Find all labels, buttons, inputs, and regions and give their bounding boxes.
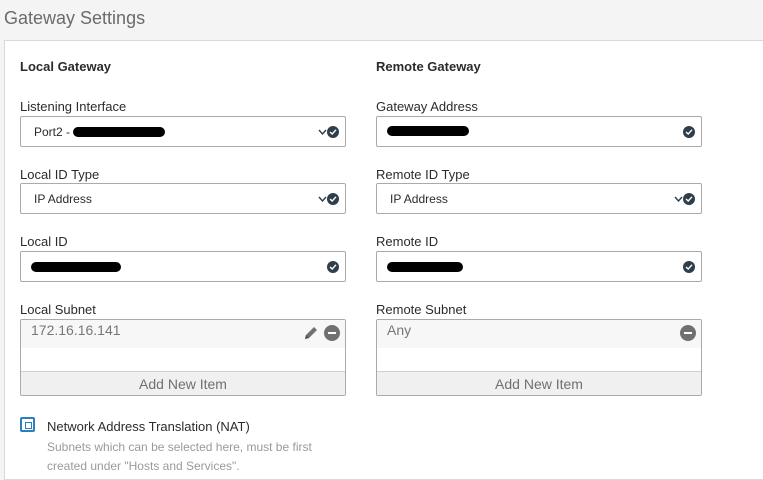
local-id-input[interactable]: [20, 251, 346, 282]
check-circle-icon: [683, 193, 695, 205]
page-title: Gateway Settings: [4, 8, 146, 28]
list-item: 172.16.16.141: [21, 320, 345, 348]
chevron-down-icon: [318, 196, 327, 202]
chevron-down-icon: [318, 129, 327, 135]
remote-subnet-item-text: Any: [387, 322, 412, 338]
local-subnet-add-new-item[interactable]: Add New Item: [21, 371, 345, 395]
remote-id-type-select[interactable]: IP Address: [376, 183, 702, 214]
listening-interface-label: Listening Interface: [20, 99, 127, 114]
list-item: Any: [377, 320, 701, 348]
chevron-down-icon: [674, 196, 683, 202]
remote-subnet-label: Remote Subnet: [376, 302, 467, 317]
remote-subnet-add-new-item[interactable]: Add New Item: [377, 371, 701, 395]
check-circle-icon: [327, 261, 339, 273]
listening-interface-select[interactable]: Port2 -: [20, 116, 346, 147]
minus-circle-icon[interactable]: [680, 325, 696, 341]
local-gateway-title: Local Gateway: [20, 59, 112, 74]
local-subnet-label: Local Subnet: [20, 302, 96, 317]
local-id-type-select[interactable]: IP Address: [20, 183, 346, 214]
local-id-type-label: Local ID Type: [20, 167, 100, 182]
listening-interface-value: Port2 -: [34, 125, 71, 139]
nat-help-text: Subnets which can be selected here, must…: [47, 440, 312, 473]
gateway-address-label: Gateway Address: [376, 99, 478, 114]
redacted-mark: [387, 126, 469, 136]
minus-circle-icon[interactable]: [324, 325, 340, 341]
check-circle-icon: [327, 126, 339, 138]
gateway-address-input[interactable]: [376, 116, 702, 147]
remote-id-label: Remote ID: [376, 234, 439, 249]
remote-gateway-title: Remote Gateway: [376, 59, 481, 74]
redacted-mark: [387, 262, 463, 272]
remote-subnet-list: Any Add New Item: [376, 319, 702, 396]
local-subnet-item-text: 172.16.16.141: [31, 322, 121, 338]
redacted-mark: [31, 262, 121, 272]
remote-id-type-label: Remote ID Type: [376, 167, 470, 182]
check-circle-icon: [683, 126, 695, 138]
gateway-settings-panel: Local Gateway Listening Interface Port2 …: [4, 40, 763, 480]
local-id-type-value: IP Address: [34, 192, 92, 206]
redacted-mark: [73, 127, 165, 137]
local-id-label: Local ID: [20, 234, 68, 249]
pencil-icon[interactable]: [303, 325, 319, 341]
check-circle-icon: [327, 193, 339, 205]
remote-id-input[interactable]: [376, 251, 702, 282]
nat-checkbox[interactable]: [20, 417, 35, 432]
local-subnet-list: 172.16.16.141 Add New Item: [20, 319, 346, 396]
remote-id-type-value: IP Address: [390, 192, 448, 206]
check-circle-icon: [683, 261, 695, 273]
nat-label: Network Address Translation (NAT): [47, 419, 250, 434]
